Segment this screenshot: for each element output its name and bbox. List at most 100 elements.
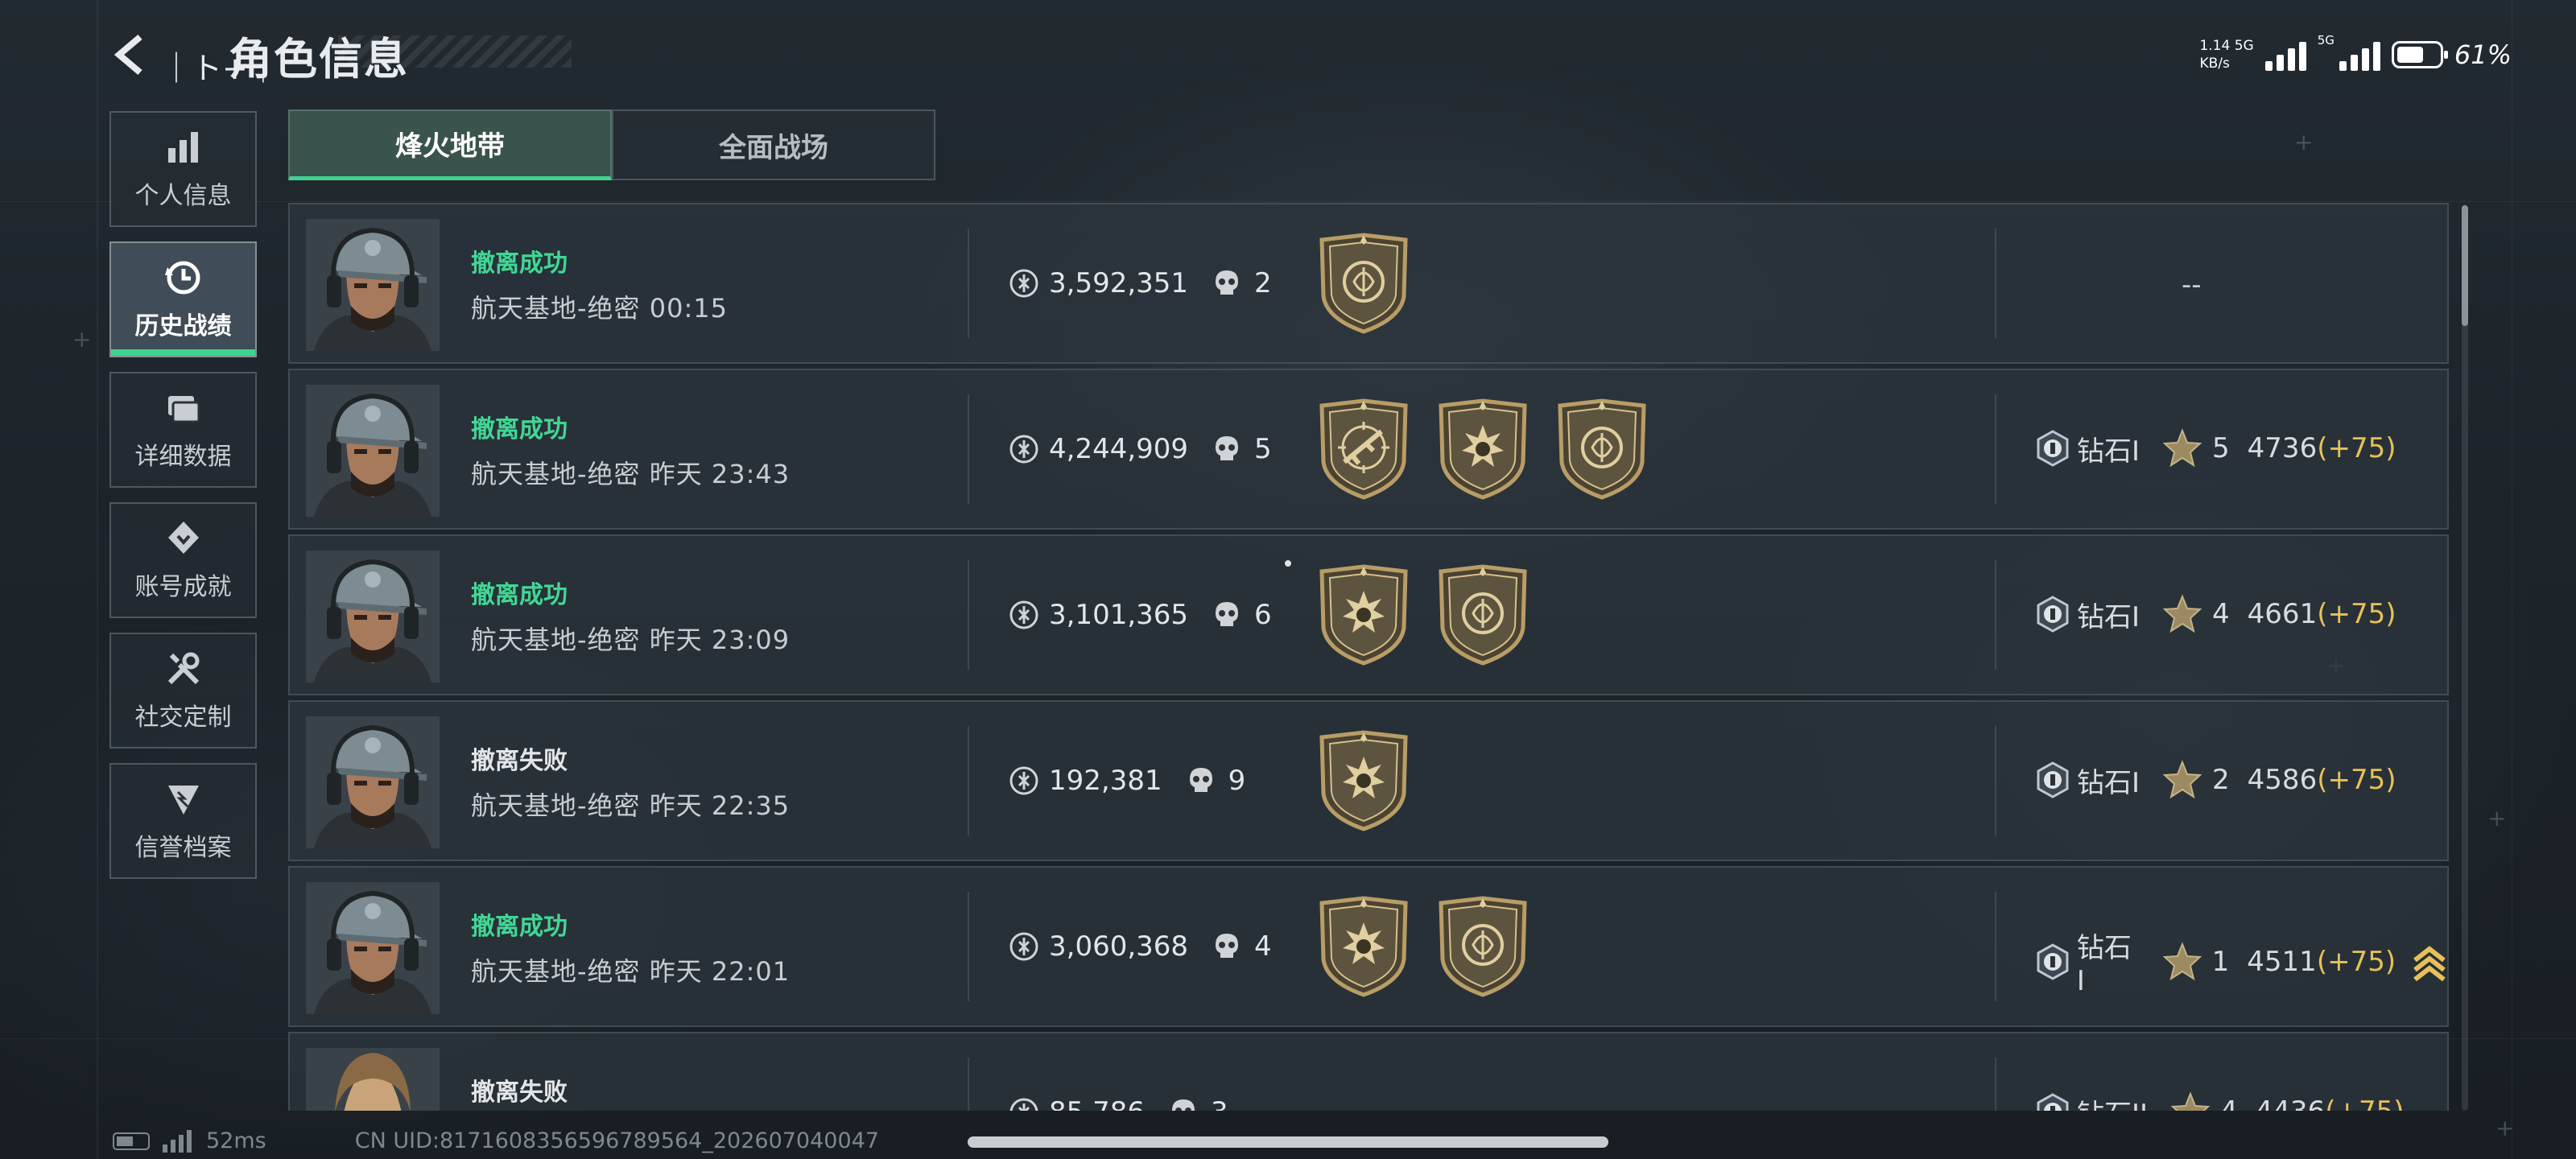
system-status-bar: 1.14 5G KB/s 5G 61%: [2199, 33, 2512, 72]
kill-count: 6: [1254, 599, 1272, 631]
operator-avatar: [306, 385, 440, 517]
star-count: 4: [2212, 598, 2230, 630]
map-and-time: 航天基地-绝密 昨天 22:35: [471, 790, 791, 821]
star-icon: [2170, 1091, 2211, 1111]
skull-medal-icon[interactable]: [1436, 398, 1530, 501]
skull-medal-icon[interactable]: [1317, 895, 1410, 998]
sidebar-item-3[interactable]: 账号成就: [109, 502, 257, 618]
loot-value: 192,381: [1049, 765, 1162, 797]
row-divider: [1995, 726, 1996, 835]
kill-count: 2: [1254, 267, 1272, 299]
sidebar-item-1[interactable]: 历史战绩: [109, 241, 257, 357]
match-record-row[interactable]: 撤离成功 航天基地-绝密 昨天 23:09 3,101,365 6 钻石I 4 4661 (+…: [288, 534, 2449, 695]
row-divider: [968, 560, 969, 670]
reputation-icon: [163, 779, 204, 819]
rifle-medal-icon[interactable]: [1317, 398, 1410, 501]
bar-chart-icon: [163, 127, 204, 167]
bg-grid-line: [0, 201, 2576, 202]
loot-value-group: 3,592,351 2: [1009, 267, 1272, 299]
tab-0[interactable]: 烽火地带: [288, 109, 612, 180]
kills-group: 3: [1169, 1096, 1228, 1111]
loot-value: 3,060,368: [1049, 930, 1189, 963]
star-count: 5: [2212, 432, 2230, 464]
match-record-row[interactable]: 撤离成功 航天基地-绝密 00:15 3,592,351 2 --: [288, 203, 2449, 364]
emblem-medal-icon[interactable]: [1436, 895, 1530, 998]
kill-skull-icon: [1171, 1099, 1195, 1111]
history-icon: [163, 258, 204, 298]
rank-name: 钻石I: [2076, 932, 2132, 997]
match-record-row[interactable]: 撤离失败 航天基地-绝密 昨天 22:35 192,381 9 钻石I 2 4586 (+75…: [288, 700, 2449, 861]
sidebar-item-label: 账号成就: [134, 573, 232, 601]
home-indicator[interactable]: [968, 1136, 1608, 1148]
kill-skull-icon: [1216, 934, 1239, 958]
extraction-status: 撤离成功: [471, 415, 568, 443]
extraction-status: 撤离失败: [471, 1079, 568, 1107]
star-count: 4: [2220, 1095, 2238, 1111]
scrollbar-track[interactable]: [2462, 205, 2468, 1111]
row-divider: [968, 1058, 969, 1111]
row-divider: [1995, 394, 1996, 504]
loot-value-group: 3,101,365 6: [1009, 599, 1272, 631]
net-speed-value: 1.14: [2199, 38, 2231, 54]
coin-icon: [1009, 766, 1038, 795]
back-button[interactable]: [105, 29, 156, 80]
match-record-row[interactable]: 撤离成功 航天基地-绝密 昨天 22:01 3,060,368 4 钻石I 1 4511 (+…: [288, 866, 2449, 1027]
row-divider: [1995, 560, 1996, 670]
battery-text: 61%: [2454, 39, 2512, 70]
kill-skull-icon: [1189, 768, 1212, 792]
rank-name: 钻石I: [2077, 435, 2140, 468]
emblem-medal-icon[interactable]: [1317, 232, 1410, 335]
scrollbar-thumb[interactable]: [2462, 205, 2468, 326]
operator-avatar: [306, 219, 440, 351]
rank-up-chevron-icon: [2413, 945, 2446, 981]
score-delta: (+75): [2316, 945, 2396, 978]
extraction-status: 撤离成功: [471, 581, 568, 609]
emblem-medal-icon[interactable]: [1555, 398, 1649, 501]
row-divider: [968, 394, 969, 504]
loot-value-group: 85,786 3: [1009, 1096, 1228, 1111]
net-speed-label: 5G: [2234, 38, 2254, 54]
match-record-row[interactable]: 撤离失败 85,786 3 钻石II 4 4436(+75): [288, 1032, 2449, 1111]
sidebar-item-0[interactable]: 个人信息: [109, 111, 257, 227]
star-icon: [2162, 428, 2202, 468]
row-divider: [1995, 229, 1996, 338]
battery-level: [2396, 47, 2423, 63]
match-history-list[interactable]: 撤离成功 航天基地-绝密 00:15 3,592,351 2 -- 撤离成功 航天基地-绝密…: [288, 203, 2449, 1111]
sidebar-item-label: 历史战绩: [134, 312, 232, 340]
emblem-medal-icon[interactable]: [1436, 563, 1530, 666]
bg-grid-line: [97, 0, 98, 1159]
sidebar-item-2[interactable]: 详细数据: [109, 372, 257, 488]
kill-count: 4: [1254, 930, 1272, 963]
footer-info: 52ms CN UID:8171608356596789564_20260704…: [113, 1128, 879, 1153]
rank-info: 钻石I 2 4586 (+75): [2033, 760, 2396, 800]
loot-value: 3,592,351: [1049, 267, 1189, 299]
rank-info: 钻石I 5 4736 (+75): [2033, 428, 2396, 468]
signal-strength-icon: [2264, 39, 2306, 71]
sidebar-item-5[interactable]: 信誉档案: [109, 763, 257, 879]
rank-badge-icon: [2037, 596, 2069, 633]
operator-avatar: [306, 551, 440, 683]
extraction-status: 撤离成功: [471, 913, 568, 941]
rank-score: 4736: [2247, 432, 2318, 464]
star-count: 2: [2212, 764, 2230, 796]
header-glyph: ｜ト+｜: [161, 51, 279, 86]
uid-text: CN UID:8171608356596789564_202607040047: [354, 1128, 880, 1153]
star-icon: [2162, 594, 2202, 633]
achievement-icon: [163, 518, 204, 559]
skull-medal-icon[interactable]: [1317, 729, 1410, 832]
kills-group: 6: [1212, 599, 1272, 631]
sidebar-item-4[interactable]: 社交定制: [109, 633, 257, 749]
bg-cross-mark: +: [2294, 129, 2314, 155]
star-icon: [2162, 941, 2202, 980]
touch-dot: [1285, 560, 1291, 567]
coin-icon: [1009, 932, 1038, 961]
operator-avatar: [306, 1048, 440, 1111]
skull-medal-icon[interactable]: [1317, 563, 1410, 666]
map-and-time: 航天基地-绝密 昨天 23:09: [471, 625, 791, 655]
medal-list: [1317, 729, 1410, 832]
match-record-row[interactable]: 撤离成功 航天基地-绝密 昨天 23:43 4,244,909 5 钻石I 5 4736 (+…: [288, 369, 2449, 530]
net-speed: 1.14 5G KB/s: [2199, 37, 2253, 72]
tab-1[interactable]: 全面战场: [612, 109, 935, 180]
rank-badge-icon: [2037, 1093, 2069, 1111]
sidebar-item-label: 详细数据: [134, 443, 232, 471]
